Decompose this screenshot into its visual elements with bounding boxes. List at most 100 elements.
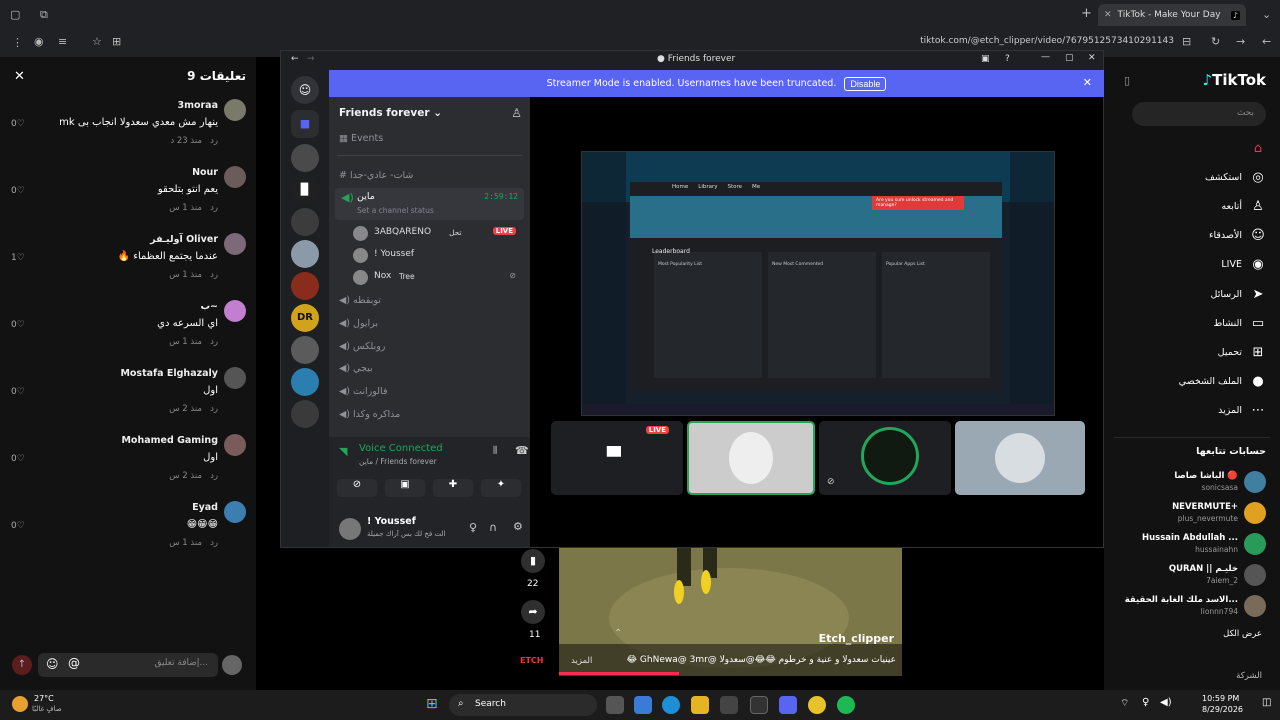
comment-avatar[interactable]	[224, 434, 246, 456]
noise-suppression-icon[interactable]: ⫼	[493, 446, 497, 456]
nav-item[interactable]: ⌂	[1242, 137, 1266, 159]
taskbar-search[interactable]: ⌕ Search	[449, 694, 597, 716]
tab-list-icon[interactable]: ⧉	[40, 8, 48, 22]
nav-item[interactable]: ⊞ تحميل	[1218, 341, 1266, 363]
etch-badge[interactable]: ETCH	[520, 656, 544, 665]
page-menu-icon[interactable]: ⊟	[1182, 35, 1191, 48]
vpn-icon[interactable]: ◉	[34, 35, 44, 48]
reply-link[interactable]: رد	[210, 136, 218, 146]
server-icon-7[interactable]	[291, 336, 319, 364]
settings-gear-icon[interactable]: ⚙	[513, 520, 523, 533]
screen-share-icon[interactable]: ▣	[385, 479, 425, 497]
following-account[interactable]: الاسد ملك الغابة الحقيقة... lionnn794	[1116, 593, 1266, 619]
store-icon[interactable]	[720, 696, 738, 714]
reply-link[interactable]: رد	[210, 337, 218, 347]
forward-arrow-icon[interactable]: →	[307, 54, 315, 64]
nav-item[interactable]: ● الملف الشخصي	[1179, 371, 1266, 393]
comment-author[interactable]: ب~	[200, 301, 218, 312]
camera-off-icon[interactable]: ⊘	[337, 479, 377, 497]
show-all-link[interactable]: عرض الكل	[1223, 629, 1262, 639]
tab-close-icon[interactable]: ✕	[1104, 10, 1112, 20]
edge-icon[interactable]	[662, 696, 680, 714]
window-menu-icon[interactable]: ▢	[10, 8, 20, 21]
voice-channel-item[interactable]: ◀) مذاكره وكدا	[339, 409, 524, 420]
participant-tile-3[interactable]	[955, 421, 1085, 495]
reply-link[interactable]: رد	[210, 538, 218, 548]
comment-author[interactable]: آوليـفر Oliver	[150, 234, 218, 245]
comment-like[interactable]: 0♡	[11, 186, 25, 196]
comment-author[interactable]: 3moraa	[177, 100, 218, 111]
close-comments-button[interactable]: ✕	[14, 69, 25, 84]
tiktok-logo[interactable]: ♪TikTok	[1203, 71, 1266, 89]
voice-member[interactable]: 3ABQARENO تحل LIVE	[353, 224, 518, 244]
forward-icon[interactable]: ←	[1262, 35, 1271, 48]
comment-like[interactable]: 0♡	[11, 320, 25, 330]
reply-link[interactable]: رد	[210, 471, 218, 481]
reply-link[interactable]: رد	[210, 203, 218, 213]
wifi-icon[interactable]: ⌔	[1120, 697, 1129, 710]
volume-icon[interactable]: ◀)	[1160, 697, 1172, 708]
add-member-icon[interactable]: ♙	[511, 106, 522, 120]
emoji-icon[interactable]: ☺	[46, 657, 59, 671]
new-tab-button[interactable]: +	[1081, 6, 1092, 21]
participant-tile-1[interactable]	[687, 421, 815, 495]
back-icon[interactable]: →	[1236, 35, 1245, 48]
comment-avatar[interactable]	[224, 166, 246, 188]
extensions-icon[interactable]: ⊞	[112, 35, 121, 48]
reload-icon[interactable]: ↻	[1211, 35, 1220, 48]
reading-list-icon[interactable]: ≡	[58, 35, 67, 48]
send-arrow-icon[interactable]: ↑	[12, 655, 32, 675]
nav-item[interactable]: ☺ الأصدقاء	[1209, 225, 1266, 247]
shared-screen-stream[interactable]: Home Library Store Me Leaderboard Are you s…	[581, 151, 1055, 416]
disable-streamer-mode-button[interactable]: Disable	[844, 76, 887, 91]
share-icon[interactable]: ➦	[521, 600, 545, 624]
chrome-icon[interactable]	[808, 696, 826, 714]
comment-avatar[interactable]	[224, 233, 246, 255]
notifications-icon[interactable]: ◫	[1262, 697, 1271, 708]
comment-like[interactable]: 0♡	[11, 119, 25, 129]
video-author[interactable]: Etch_clipper	[819, 632, 894, 645]
comment-avatar[interactable]	[224, 501, 246, 523]
sidebar-toggle-icon[interactable]: ▯	[1124, 74, 1130, 87]
bookmark-star-icon[interactable]: ☆	[92, 35, 102, 48]
comment-author[interactable]: Mohamed Gaming	[121, 435, 218, 446]
nav-item[interactable]: ▭ النشاط	[1213, 312, 1266, 334]
comment-avatar[interactable]	[224, 99, 246, 121]
nav-item[interactable]: ◎ استكشف	[1205, 166, 1266, 188]
mention-icon[interactable]: @	[68, 656, 80, 670]
help-icon[interactable]: ?	[1005, 54, 1010, 64]
following-account[interactable]: Hussain Abdullah ... hussainahn	[1116, 531, 1266, 557]
reply-link[interactable]: رد	[210, 404, 218, 414]
voice-connected-subtitle[interactable]: ماين / Friends forever	[359, 457, 437, 466]
voice-channel-item[interactable]: ◀) بيجي	[339, 363, 524, 374]
close-window-button[interactable]: ✕	[1088, 53, 1096, 63]
clock-time[interactable]: 10:59 PM	[1202, 694, 1239, 703]
start-button[interactable]: ⊞	[426, 696, 438, 712]
file-explorer-icon[interactable]	[691, 696, 709, 714]
nav-item[interactable]: ⋯ المزيد	[1218, 400, 1266, 422]
spotify-icon[interactable]	[837, 696, 855, 714]
comment-author[interactable]: Nour	[192, 167, 218, 178]
minimize-button[interactable]: —	[1041, 52, 1050, 62]
headphones-icon[interactable]: ∩	[489, 521, 497, 534]
user-avatar[interactable]	[339, 518, 361, 540]
following-account[interactable]: الباشا صاصا 🔴 sonicsasa	[1116, 469, 1266, 495]
activities-icon[interactable]: ✚	[433, 479, 473, 497]
active-tab[interactable]: ✕ TikTok - Make Your Day ♪	[1098, 4, 1246, 26]
company-link[interactable]: الشركة	[1236, 671, 1262, 681]
task-view-icon[interactable]	[606, 696, 624, 714]
server-folder-icon[interactable]: ■	[291, 110, 319, 138]
banner-close-icon[interactable]: ✕	[1083, 76, 1092, 89]
server-icon-5[interactable]	[291, 272, 319, 300]
server-icon-active[interactable]: ▉	[291, 176, 319, 204]
disconnect-icon[interactable]: ☎	[515, 444, 529, 457]
comment-like[interactable]: 0♡	[11, 521, 25, 531]
comment-author[interactable]: Mostafa Elghazaly	[120, 368, 218, 379]
reply-link[interactable]: رد	[210, 270, 218, 280]
discord-taskbar-icon[interactable]	[779, 696, 797, 714]
caption-more-link[interactable]: المزيد	[571, 656, 592, 666]
soundboard-icon[interactable]: ✦	[481, 479, 521, 497]
discord-home-icon[interactable]: ☺	[291, 76, 319, 104]
nav-item[interactable]: ♙ أتابعه	[1222, 195, 1267, 217]
voice-member[interactable]: ! Youssef	[353, 246, 518, 266]
